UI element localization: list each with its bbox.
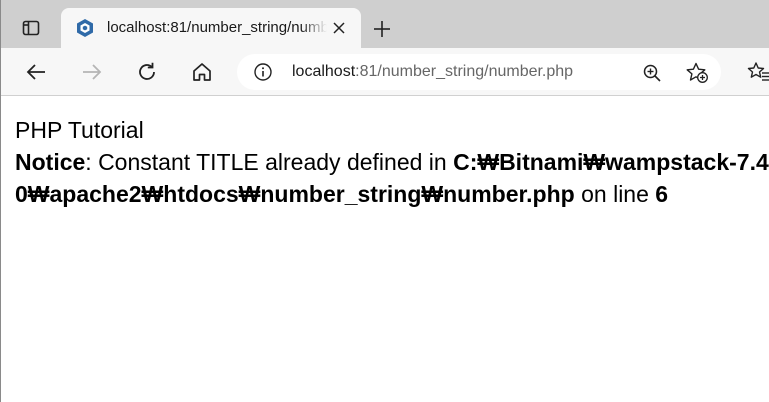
notice-path-line1: C:₩Bitnami₩wampstack-7.4.6-0 [453,149,769,175]
notice-message-continued: 0₩apache2₩htdocs₩number_string₩number.ph… [15,178,769,210]
bitnami-hexagon-icon [75,18,95,38]
notice-line-number: 6 [655,181,669,207]
browser-window: localhost:81/number_string/number.php [0,0,769,402]
php-output: PHP Tutorial Notice: Constant TITLE alre… [15,114,769,210]
page-content: PHP Tutorial Notice: Constant TITLE alre… [1,96,769,402]
info-icon[interactable] [253,62,273,82]
toolbar: localhost:81/number_string/number.php [1,48,769,96]
tab-strip: localhost:81/number_string/number.php [1,0,769,48]
favorites-icon[interactable] [745,58,769,86]
plus-icon[interactable] [369,16,395,42]
url-path: :81/number_string/number.php [355,63,574,80]
notice-path-line2: 0₩apache2₩htdocs₩number_string₩number.ph… [15,181,575,207]
notice-label: Notice [15,149,86,175]
address-bar[interactable]: localhost:81/number_string/number.php [237,54,721,90]
notice-message: Notice: Constant TITLE already defined i… [15,146,769,178]
page-title: PHP Tutorial [15,117,144,143]
url-text[interactable]: localhost:81/number_string/number.php [292,63,573,81]
tab-active[interactable]: localhost:81/number_string/number.php [61,8,361,48]
refresh-icon[interactable] [133,58,161,86]
close-icon[interactable] [329,18,349,38]
home-icon[interactable] [188,58,216,86]
notice-text: : Constant TITLE already defined in [85,149,454,175]
zoom-in-icon[interactable] [641,62,663,84]
add-favorite-icon[interactable] [685,62,709,84]
url-host: localhost [292,63,356,80]
tab-actions-icon[interactable] [13,14,49,42]
tab-title: localhost:81/number_string/number.php [107,19,327,36]
back-arrow-icon[interactable] [22,58,50,86]
notice-on-line-text: on line [574,181,656,207]
forward-arrow-icon[interactable] [78,58,106,86]
